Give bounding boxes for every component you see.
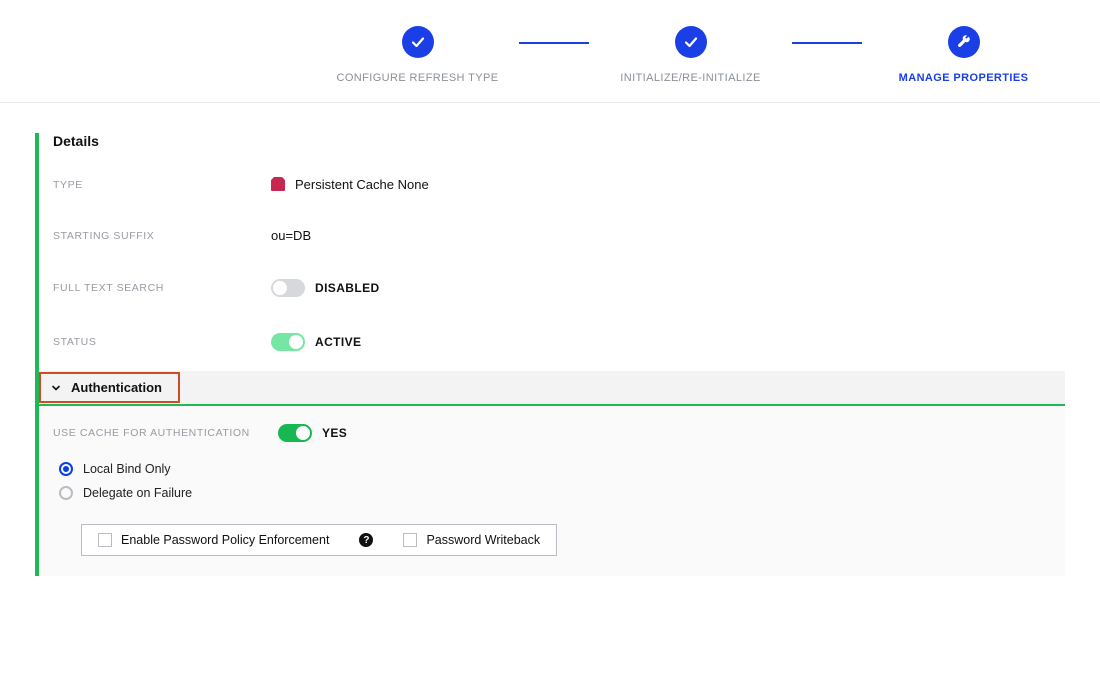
authentication-panel: Authentication USE CACHE FOR AUTHENTICAT… (35, 371, 1065, 576)
step-connector (792, 42, 862, 44)
chevron-down-icon (51, 383, 61, 393)
wrench-icon (948, 26, 980, 58)
row-use-cache-auth: USE CACHE FOR AUTHENTICATION YES (53, 424, 1051, 442)
checkbox-label: Password Writeback (426, 533, 540, 547)
field-value: ou=DB (271, 228, 311, 243)
step-connector (519, 42, 589, 44)
database-icon (271, 179, 285, 191)
password-options-bar: Enable Password Policy Enforcement ? Pas… (81, 524, 557, 556)
authentication-header[interactable]: Authentication (39, 371, 1065, 406)
section-title: Authentication (71, 380, 162, 395)
use-cache-toggle[interactable] (278, 424, 312, 442)
highlight-box: Authentication (39, 372, 180, 403)
check-icon (402, 26, 434, 58)
bind-mode-radio-group: Local Bind Only Delegate on Failure (59, 462, 1051, 500)
checkbox-label: Enable Password Policy Enforcement (121, 533, 329, 547)
authentication-body: USE CACHE FOR AUTHENTICATION YES Local B… (39, 406, 1065, 576)
field-label: TYPE (53, 179, 271, 191)
row-type: TYPE Persistent Cache None (53, 177, 1065, 192)
checkbox-icon (98, 533, 112, 547)
step-label: INITIALIZE/RE-INITIALIZE (620, 72, 760, 84)
checkbox-icon (403, 533, 417, 547)
row-full-text-search: FULL TEXT SEARCH DISABLED (53, 279, 1065, 297)
field-label: STARTING SUFFIX (53, 230, 271, 242)
wizard-stepper: CONFIGURE REFRESH TYPE INITIALIZE/RE-INI… (0, 0, 1100, 103)
field-label: FULL TEXT SEARCH (53, 282, 271, 294)
field-label: STATUS (53, 336, 271, 348)
row-starting-suffix: STARTING SUFFIX ou=DB (53, 228, 1065, 243)
help-icon[interactable]: ? (359, 533, 373, 547)
step-label: CONFIGURE REFRESH TYPE (336, 72, 498, 84)
step-label: MANAGE PROPERTIES (899, 72, 1029, 84)
radio-label: Local Bind Only (83, 462, 171, 476)
toggle-state-label: DISABLED (315, 281, 380, 295)
step-manage-properties[interactable]: MANAGE PROPERTIES (862, 26, 1065, 84)
checkbox-enable-password-policy[interactable]: Enable Password Policy Enforcement (98, 533, 329, 547)
radio-local-bind-only[interactable]: Local Bind Only (59, 462, 1051, 476)
details-panel: Details TYPE Persistent Cache None START… (35, 133, 1065, 371)
radio-label: Delegate on Failure (83, 486, 192, 500)
field-label: USE CACHE FOR AUTHENTICATION (53, 427, 278, 439)
fts-toggle[interactable] (271, 279, 305, 297)
row-status: STATUS ACTIVE (53, 333, 1065, 351)
panel-title: Details (53, 133, 1065, 149)
status-toggle[interactable] (271, 333, 305, 351)
radio-icon (59, 462, 73, 476)
radio-icon (59, 486, 73, 500)
checkbox-password-writeback[interactable]: Password Writeback (403, 533, 540, 547)
check-icon (675, 26, 707, 58)
field-value: Persistent Cache None (295, 177, 429, 192)
step-initialize[interactable]: INITIALIZE/RE-INITIALIZE (589, 26, 792, 84)
toggle-state-label: ACTIVE (315, 335, 361, 349)
radio-delegate-on-failure[interactable]: Delegate on Failure (59, 486, 1051, 500)
toggle-state-label: YES (322, 426, 347, 440)
step-configure-refresh-type[interactable]: CONFIGURE REFRESH TYPE (316, 26, 519, 84)
